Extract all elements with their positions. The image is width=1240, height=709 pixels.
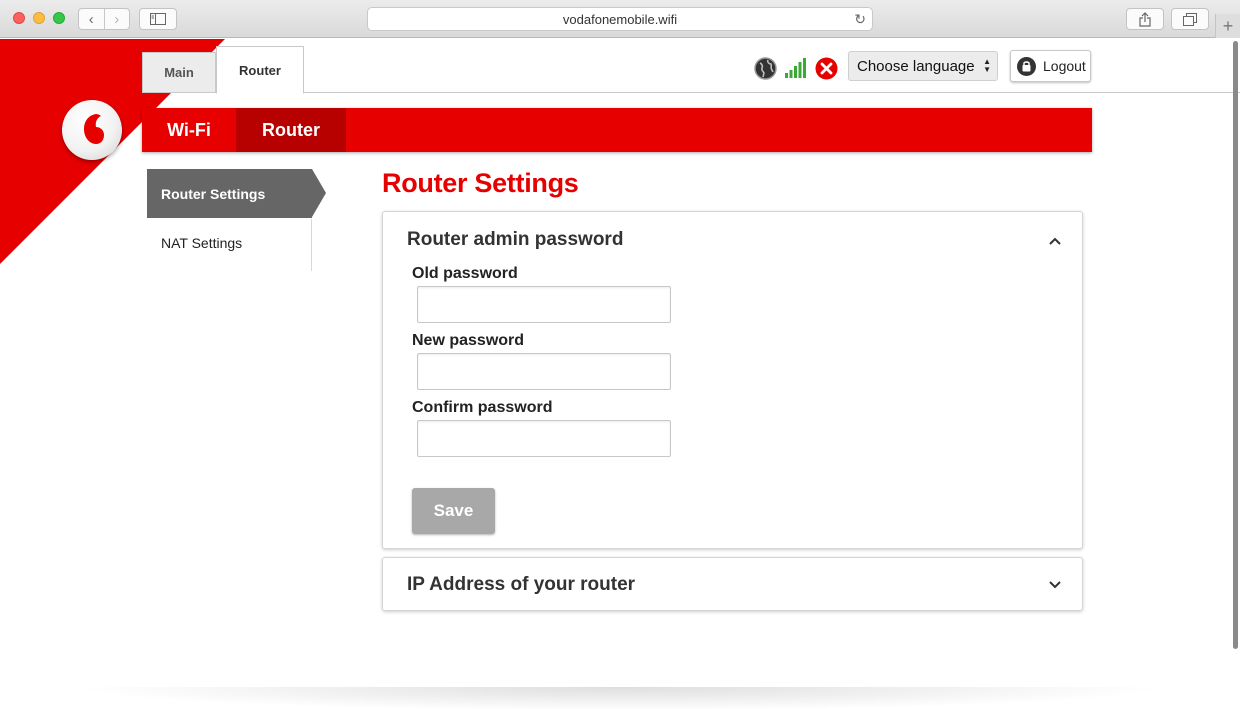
old-password-field[interactable] [417,286,671,323]
minimize-window-button[interactable] [33,12,45,24]
forward-button[interactable]: › [103,9,130,29]
side-item-nat-settings[interactable]: NAT Settings [147,219,312,267]
new-tab-button[interactable]: + [1215,14,1240,38]
error-x-icon[interactable] [815,57,838,80]
signal-bars-icon [785,58,806,78]
logout-button[interactable]: Logout [1010,50,1091,82]
panel-title-admin-password[interactable]: Router admin password [407,229,623,251]
globe-icon[interactable] [754,56,777,80]
browser-toolbar: ‹ › vodafonemobile.wifi ↻ + [0,0,1240,38]
language-selected-value: Choose language [857,57,975,75]
chevron-up-icon[interactable] [1048,234,1062,248]
nav-wifi[interactable]: Wi-Fi [142,108,236,152]
tab-main[interactable]: Main [142,52,216,93]
share-button[interactable] [1126,8,1164,30]
new-password-label: New password [412,332,525,349]
page-title: Router Settings [382,168,579,198]
new-password-field[interactable] [417,353,671,390]
sidebar-icon [150,13,166,25]
status-indicators [754,56,838,80]
page-scrollbar[interactable] [1233,41,1238,649]
admin-password-panel: Router admin password Old password New p… [382,211,1083,549]
reload-icon[interactable]: ↻ [854,11,866,28]
sidebar-toggle-button[interactable] [139,8,177,30]
side-item-router-settings[interactable]: Router Settings [147,169,312,218]
ip-address-panel: IP Address of your router [382,557,1083,611]
back-button[interactable]: ‹ [79,9,104,29]
panel-title-ip-address[interactable]: IP Address of your router [407,574,635,596]
confirm-password-label: Confirm password [412,399,553,416]
address-bar[interactable]: vodafonemobile.wifi ↻ [367,7,873,31]
save-button[interactable]: Save [412,488,495,534]
show-tabs-button[interactable] [1171,8,1209,30]
old-password-label: Old password [412,265,518,282]
vodafone-logo [62,100,122,160]
share-icon [1139,11,1151,27]
nav-router[interactable]: Router [236,108,346,152]
history-nav: ‹ › [78,8,130,30]
close-window-button[interactable] [13,12,25,24]
tabs-divider [142,92,1240,93]
language-select[interactable]: Choose language ▲ ▼ [848,51,998,81]
confirm-password-field[interactable] [417,420,671,457]
tab-router[interactable]: Router [216,46,304,94]
active-arrow [312,169,326,217]
select-arrows-icon: ▲ ▼ [983,57,991,74]
lock-icon [1017,56,1036,76]
side-menu-divider [311,219,312,271]
speechmark-icon [84,114,104,144]
footer-shadow [70,687,1170,709]
page-content: Main Router Choose language ▲ ▼ Logout W… [0,39,1240,709]
zoom-window-button[interactable] [53,12,65,24]
logout-label: Logout [1043,58,1086,74]
section-nav: Wi-Fi Router [142,108,1092,152]
chevron-down-icon[interactable] [1048,578,1062,592]
url-text: vodafonemobile.wifi [562,11,678,27]
tabs-icon [1183,12,1197,26]
